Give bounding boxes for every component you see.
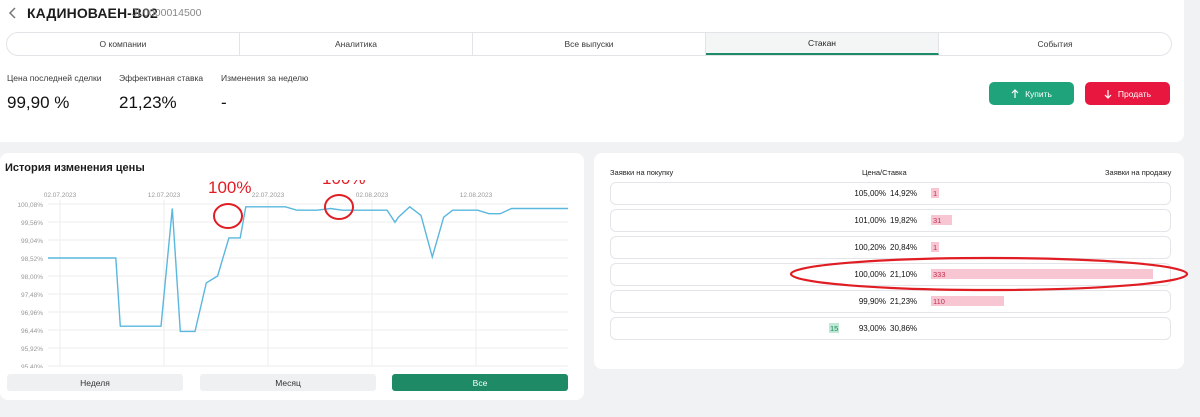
y-tick-label: 95,92% bbox=[21, 346, 43, 353]
arrow-down-icon bbox=[1104, 89, 1112, 99]
back-chevron-icon[interactable] bbox=[8, 6, 22, 20]
annotation-circle bbox=[324, 194, 354, 220]
orderbook-price: 105,00% bbox=[854, 189, 886, 198]
x-tick-label: 02.08.2023 bbox=[356, 192, 389, 199]
x-tick-label: 02.07.2023 bbox=[44, 192, 77, 199]
stat-label-last-price: Цена последней сделки bbox=[7, 73, 102, 83]
x-tick-label: 22.07.2023 bbox=[252, 192, 285, 199]
y-tick-label: 96,44% bbox=[21, 328, 43, 335]
arrow-up-icon bbox=[1011, 88, 1019, 98]
sell-volume-qty: 110 bbox=[933, 297, 945, 306]
stat-label-week-change: Изменения за неделю bbox=[221, 73, 309, 83]
sell-volume-qty: 1 bbox=[933, 189, 938, 198]
buy-volume-qty: 15 bbox=[830, 324, 839, 333]
orderbook-annotation-ellipse bbox=[789, 256, 1189, 292]
header-card bbox=[0, 0, 1184, 142]
orderbook-rate: 21,23% bbox=[890, 297, 918, 306]
range-all-button[interactable]: Все bbox=[392, 374, 568, 391]
annotation-circle bbox=[213, 203, 243, 229]
stat-value-last-price: 99,90 % bbox=[7, 93, 70, 112]
chart-title: История изменения цены bbox=[5, 162, 145, 174]
y-tick-label: 99,04% bbox=[21, 238, 43, 245]
stat-value-week-change: - bbox=[221, 93, 227, 112]
tab-orderbook[interactable]: Стакан bbox=[706, 33, 939, 55]
buy-button[interactable]: Купить bbox=[989, 82, 1074, 105]
annotation-label: 100% bbox=[322, 180, 365, 188]
annotation-label: 100% bbox=[208, 180, 251, 197]
sell-volume-qty: 1 bbox=[933, 243, 938, 252]
orderbook-header-price: Цена/Ставка bbox=[862, 168, 907, 177]
sell-button[interactable]: Продать bbox=[1085, 82, 1170, 105]
range-week-button[interactable]: Неделя bbox=[7, 374, 183, 391]
buy-button-label: Купить bbox=[1025, 88, 1052, 99]
y-tick-label: 96,96% bbox=[21, 310, 43, 317]
y-tick-label: 97,48% bbox=[21, 292, 43, 299]
orderbook-rate: 19,82% bbox=[890, 216, 918, 225]
annotation-ellipse bbox=[789, 256, 1189, 292]
sell-button-label: Продать bbox=[1117, 88, 1152, 99]
sell-volume-qty: 31 bbox=[933, 216, 942, 225]
y-tick-label: 98,00% bbox=[21, 274, 43, 281]
isin-code: JL0000014500 bbox=[132, 7, 202, 19]
orderbook-rate: 20,84% bbox=[890, 243, 918, 252]
price-series-line bbox=[48, 205, 568, 333]
orderbook-price: 99,90% bbox=[858, 297, 886, 306]
tab-analytics[interactable]: Аналитика bbox=[240, 33, 473, 55]
orderbook-rate: 30,86% bbox=[890, 324, 918, 333]
y-tick-label: 98,52% bbox=[21, 256, 43, 263]
price-chart: 100,08% 99,56% 99,04% 98,52% 98,00% 97,48% 96,… bbox=[17, 180, 568, 368]
stat-label-effective-rate: Эффективная ставка bbox=[119, 73, 204, 83]
y-tick-label: 99,56% bbox=[21, 220, 43, 227]
range-month-button[interactable]: Месяц bbox=[200, 374, 376, 391]
tab-about[interactable]: О компании bbox=[7, 33, 240, 55]
orderbook-price: 101,00% bbox=[854, 216, 886, 225]
tab-all-issues[interactable]: Все выпуски bbox=[473, 33, 706, 55]
orderbook-header-buy: Заявки на покупку bbox=[610, 168, 674, 177]
y-tick-label: 100,08% bbox=[17, 202, 43, 209]
stat-value-effective-rate: 21,23% bbox=[119, 93, 177, 112]
orderbook-rate: 14,92% bbox=[890, 189, 918, 198]
y-tick-label: 95,40% bbox=[21, 364, 43, 368]
orderbook-header-sell: Заявки на продажу bbox=[1105, 168, 1172, 177]
tab-bar: О компании Аналитика Все выпуски Стакан … bbox=[6, 32, 1172, 56]
x-tick-label: 12.07.2023 bbox=[148, 192, 181, 199]
orderbook-price: 100,20% bbox=[854, 243, 886, 252]
x-tick-label: 12.08.2023 bbox=[460, 192, 493, 199]
orderbook-price: 93,00% bbox=[858, 324, 886, 333]
tab-events[interactable]: События bbox=[939, 33, 1171, 55]
